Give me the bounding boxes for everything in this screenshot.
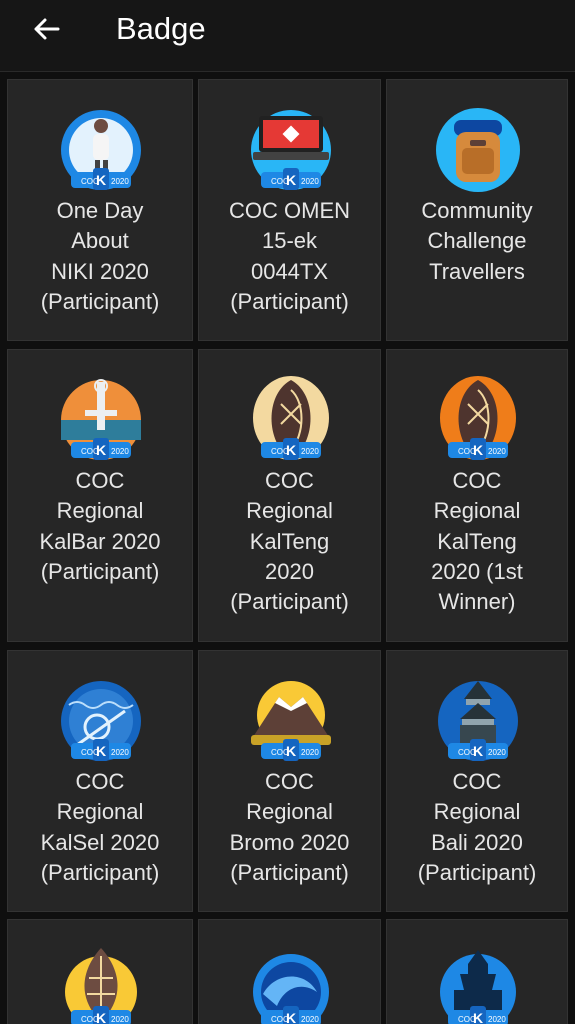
badge-card[interactable]: COC 2020 K COC Regional KalTeng 2020 (Par… [198,349,381,642]
svg-text:K: K [96,1010,106,1024]
badge-card[interactable]: COC 2020 K One Day About NIKI 2020 (Parti… [7,79,193,341]
niki-badge-icon: COC 2020 K [55,104,147,196]
badge-card[interactable]: COC 2020 K COC Regional KalSel 2020 (Part… [7,650,193,912]
badge-card[interactable]: COC 2020 K [198,919,381,1024]
svg-text:K: K [473,1010,483,1024]
svg-text:2020: 2020 [488,447,506,456]
svg-text:2020: 2020 [488,1015,506,1024]
svg-text:K: K [96,743,106,759]
badge-card[interactable]: Community Challenge Travellers [386,79,568,341]
svg-text:2020: 2020 [301,1015,319,1024]
mountain-badge-icon: COC 2020 K [245,675,337,767]
shield-pattern-orange-badge-icon: COC 2020 K [432,374,524,466]
svg-text:2020: 2020 [111,1015,129,1024]
badge-label: COC Regional KalBar 2020 (Participant) [39,468,161,584]
badge-screen: Badge COC 2020 K One Day About NIKI 2020 … [0,0,575,1024]
page-title: Badge [116,11,206,46]
badge-label: COC Regional KalTeng 2020 (1st Winner) [431,468,523,615]
badge-card[interactable]: COC 2020 K COC OMEN 15-ek 0044TX (Partici… [198,79,381,341]
laptop-badge-icon: COC 2020 K [245,104,337,196]
badge-card[interactable]: COC 2020 K [7,919,193,1024]
app-header: Badge [0,0,575,72]
badge-card[interactable]: COC 2020 K [386,919,568,1024]
monument-badge-icon: COC 2020 K [55,374,147,466]
svg-text:2020: 2020 [111,177,129,186]
svg-text:2020: 2020 [111,447,129,456]
wave-badge-icon: COC 2020 K [245,942,337,1024]
back-button[interactable] [24,10,68,48]
gunungan-badge-icon: COC 2020 K [55,942,147,1024]
badge-label: One Day About NIKI 2020 (Participant) [40,198,160,314]
candi-badge-icon: COC 2020 K [432,942,524,1024]
svg-text:K: K [473,442,483,458]
svg-text:K: K [473,743,483,759]
svg-text:2020: 2020 [301,748,319,757]
badge-label: COC OMEN 15-ek 0044TX (Participant) [229,198,350,314]
badge-card[interactable]: COC 2020 K COC Regional Bali 2020 (Partic… [386,650,568,912]
badge-label: COC Regional Bromo 2020 (Participant) [229,769,350,885]
badge-card[interactable]: COC 2020 K COC Regional KalTeng 2020 (1st… [386,349,568,642]
badge-label: COC Regional Bali 2020 (Participant) [417,769,537,885]
svg-text:K: K [96,172,106,188]
backpack-badge-icon [432,104,524,196]
badge-label: Community Challenge Travellers [421,198,533,284]
svg-text:2020: 2020 [301,177,319,186]
shield-pattern-badge-icon: COC 2020 K [245,374,337,466]
arrow-left-icon [34,18,60,40]
svg-text:2020: 2020 [111,748,129,757]
temple-badge-icon: COC 2020 K [432,675,524,767]
boat-badge-icon: COC 2020 K [55,675,147,767]
svg-text:2020: 2020 [301,447,319,456]
badge-label: COC Regional KalSel 2020 (Participant) [40,769,160,885]
svg-text:K: K [286,743,296,759]
svg-text:K: K [286,172,296,188]
badge-card[interactable]: COC 2020 K COC Regional KalBar 2020 (Part… [7,349,193,642]
badge-label: COC Regional KalTeng 2020 (Participant) [230,468,349,615]
badge-card[interactable]: COC 2020 K COC Regional Bromo 2020 (Parti… [198,650,381,912]
svg-text:2020: 2020 [488,748,506,757]
svg-text:K: K [96,442,106,458]
svg-text:K: K [286,1010,296,1024]
svg-text:K: K [286,442,296,458]
